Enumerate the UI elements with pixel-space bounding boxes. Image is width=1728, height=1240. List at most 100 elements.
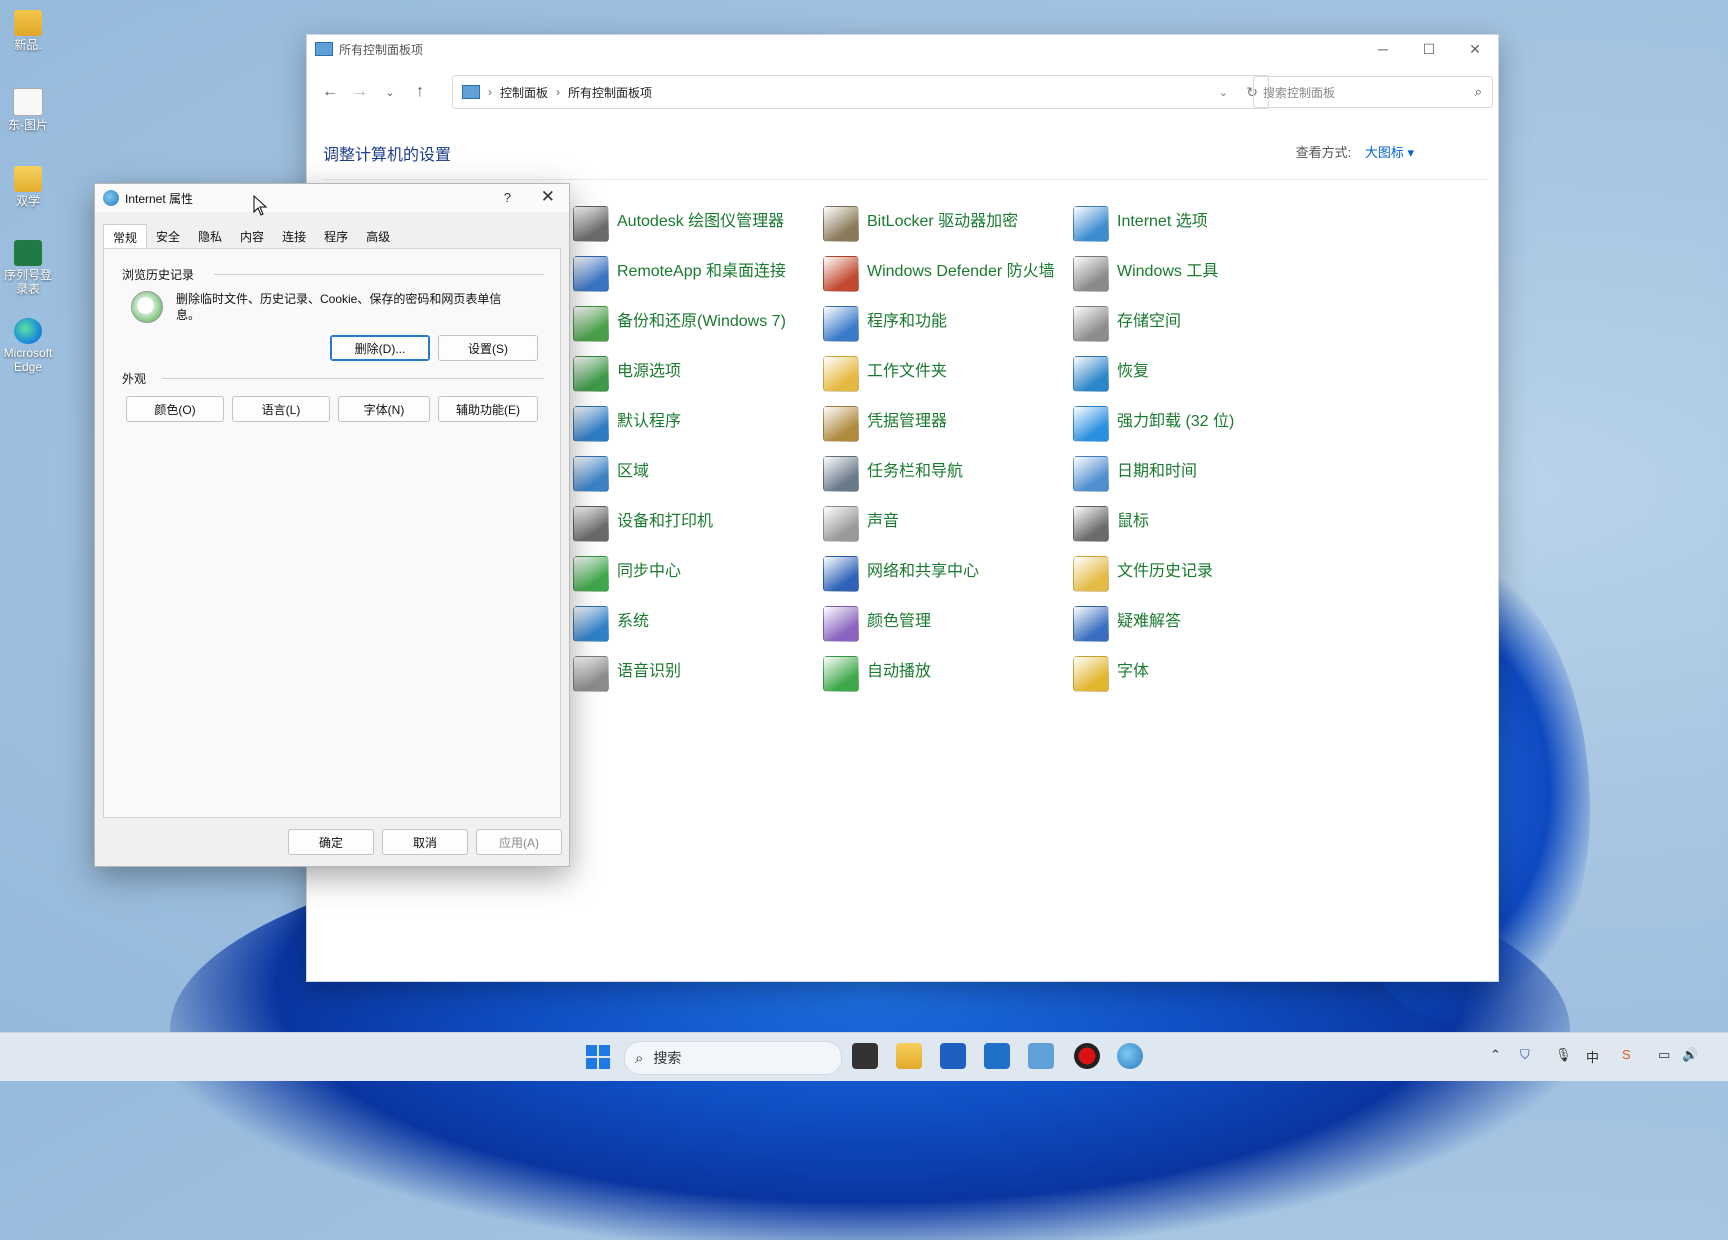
maximize-button[interactable]: ☐ bbox=[1406, 35, 1452, 63]
control-panel-item[interactable]: 文件历史记录 bbox=[1073, 556, 1317, 592]
shield-icon[interactable]: ⛉ bbox=[1520, 1047, 1530, 1063]
control-panel-item[interactable]: 颜色管理 bbox=[823, 606, 1067, 642]
control-panel-item[interactable]: 声音 bbox=[823, 506, 1067, 542]
system-monitor-icon bbox=[573, 606, 609, 642]
tab-security[interactable]: 安全 bbox=[147, 224, 189, 248]
control-panel-item[interactable]: 字体 bbox=[1073, 656, 1317, 692]
volume-icon[interactable]: 🔊 bbox=[1682, 1047, 1698, 1063]
control-panel-icon[interactable] bbox=[1028, 1043, 1054, 1069]
settings-button[interactable]: 设置(S) bbox=[438, 335, 538, 361]
control-panel-item[interactable]: 任务栏和导航 bbox=[823, 456, 1067, 492]
control-panel-item[interactable]: 强力卸载 (32 位) bbox=[1073, 406, 1317, 442]
breadcrumb-all-items[interactable]: 所有控制面板项 bbox=[568, 84, 652, 101]
network-icon[interactable]: ▭ bbox=[1658, 1047, 1670, 1063]
desktop-icon[interactable]: 序列号登录表 bbox=[0, 240, 56, 296]
chevron-up-icon[interactable]: ⌃ bbox=[1490, 1047, 1501, 1063]
control-panel-item[interactable]: 存储空间 bbox=[1073, 306, 1317, 342]
desktop-icon[interactable]: Microsoft Edge bbox=[0, 318, 56, 374]
control-panel-item-label: BitLocker 驱动器加密 bbox=[867, 213, 1019, 230]
chevron-down-icon[interactable]: ⌄ bbox=[1219, 86, 1228, 99]
control-panel-item-label: 文件历史记录 bbox=[1117, 563, 1214, 580]
back-button[interactable]: ← bbox=[315, 77, 345, 107]
control-panel-item[interactable]: 自动播放 bbox=[823, 656, 1067, 692]
control-panel-item[interactable]: 设备和打印机 bbox=[573, 506, 817, 542]
dialog-titlebar[interactable]: Internet 属性 bbox=[95, 184, 569, 212]
store-icon[interactable] bbox=[940, 1043, 966, 1069]
divider bbox=[162, 378, 544, 379]
chevron-right-icon: › bbox=[556, 85, 561, 99]
tab-privacy[interactable]: 隐私 bbox=[189, 224, 231, 248]
default-programs-icon bbox=[573, 406, 609, 442]
control-panel-item-label: 存储空间 bbox=[1117, 313, 1182, 330]
ok-button[interactable]: 确定 bbox=[288, 829, 374, 855]
page-title: 调整计算机的设置 bbox=[323, 147, 452, 164]
control-panel-item[interactable]: 电源选项 bbox=[573, 356, 817, 392]
tab-programs[interactable]: 程序 bbox=[315, 224, 357, 248]
control-panel-item[interactable]: Windows Defender 防火墙 bbox=[823, 256, 1067, 292]
search-icon[interactable]: ⌕ bbox=[1475, 84, 1482, 100]
fonts-button[interactable]: 字体(N) bbox=[338, 396, 430, 422]
tab-advanced[interactable]: 高级 bbox=[357, 224, 399, 248]
view-mode-dropdown[interactable]: 大图标 ▾ bbox=[1365, 145, 1414, 160]
control-panel-item[interactable]: 同步中心 bbox=[573, 556, 817, 592]
desktop-icon[interactable]: 新品. bbox=[0, 10, 56, 52]
window-titlebar[interactable]: 所有控制面板项 bbox=[307, 35, 1498, 63]
control-panel-item[interactable]: 鼠标 bbox=[1073, 506, 1317, 542]
colors-button[interactable]: 颜色(O) bbox=[126, 396, 224, 422]
languages-button[interactable]: 语言(L) bbox=[232, 396, 330, 422]
control-panel-item[interactable]: Autodesk 绘图仪管理器 bbox=[573, 206, 817, 242]
control-panel-item[interactable]: BitLocker 驱动器加密 bbox=[823, 206, 1067, 242]
recent-locations-button[interactable]: ⌄ bbox=[375, 77, 405, 107]
close-button[interactable]: ✕ bbox=[1452, 35, 1498, 63]
start-button[interactable] bbox=[586, 1045, 610, 1069]
search-input[interactable]: 搜索控制面板 ⌕ bbox=[1253, 76, 1493, 108]
control-panel-item[interactable]: Windows 工具 bbox=[1073, 256, 1317, 292]
accessibility-button[interactable]: 辅助功能(E) bbox=[438, 396, 538, 422]
apply-button[interactable]: 应用(A) bbox=[476, 829, 562, 855]
control-panel-item[interactable]: 疑难解答 bbox=[1073, 606, 1317, 642]
bitlocker-key-icon bbox=[823, 206, 859, 242]
record-icon[interactable] bbox=[1074, 1043, 1100, 1069]
desktop-icon[interactable]: 东-图片 bbox=[0, 88, 56, 132]
control-panel-item[interactable]: 备份和还原(Windows 7) bbox=[573, 306, 817, 342]
tab-content[interactable]: 内容 bbox=[231, 224, 273, 248]
internet-options-icon[interactable] bbox=[1117, 1043, 1143, 1069]
minimize-button[interactable]: ─ bbox=[1360, 35, 1406, 63]
tab-connections[interactable]: 连接 bbox=[273, 224, 315, 248]
control-panel-item[interactable]: 网络和共享中心 bbox=[823, 556, 1067, 592]
control-panel-item[interactable]: 工作文件夹 bbox=[823, 356, 1067, 392]
ime-indicator[interactable]: 中 bbox=[1586, 1047, 1599, 1066]
control-panel-item-label: 同步中心 bbox=[617, 563, 682, 580]
desktop-icon[interactable]: 双学 bbox=[0, 166, 56, 208]
credential-manager-icon bbox=[823, 406, 859, 442]
task-view-icon[interactable] bbox=[852, 1043, 878, 1069]
microphone-icon bbox=[573, 656, 609, 692]
control-panel-item[interactable]: 日期和时间 bbox=[1073, 456, 1317, 492]
dialog-close-button[interactable]: ✕ bbox=[541, 187, 555, 207]
file-explorer-icon[interactable] bbox=[896, 1043, 922, 1069]
breadcrumb-control-panel[interactable]: 控制面板 bbox=[500, 84, 548, 101]
fonts-icon bbox=[1073, 656, 1109, 692]
control-panel-item[interactable]: 语音识别 bbox=[573, 656, 817, 692]
control-panel-item[interactable]: 凭据管理器 bbox=[823, 406, 1067, 442]
control-panel-item[interactable]: Internet 选项 bbox=[1073, 206, 1317, 242]
control-panel-item[interactable]: 区域 bbox=[573, 456, 817, 492]
app-tray-icon[interactable]: S bbox=[1622, 1047, 1631, 1062]
delete-button[interactable]: 删除(D)... bbox=[330, 335, 430, 361]
control-panel-item-label: 鼠标 bbox=[1117, 513, 1150, 530]
microphone-icon[interactable]: 🎙 bbox=[1555, 1047, 1572, 1063]
remote-desktop-icon[interactable] bbox=[984, 1043, 1010, 1069]
cancel-button[interactable]: 取消 bbox=[382, 829, 468, 855]
control-panel-item[interactable]: 恢复 bbox=[1073, 356, 1317, 392]
control-panel-item[interactable]: 程序和功能 bbox=[823, 306, 1067, 342]
tab-general[interactable]: 常规 bbox=[103, 224, 148, 249]
control-panel-item[interactable]: 系统 bbox=[573, 606, 817, 642]
address-bar[interactable]: › 控制面板 › 所有控制面板项 ⌄ ↻ bbox=[452, 75, 1269, 109]
up-button[interactable]: ↑ bbox=[405, 77, 435, 107]
taskbar-search[interactable]: ⌕ 搜索 bbox=[624, 1041, 842, 1075]
control-panel-item[interactable]: 默认程序 bbox=[573, 406, 817, 442]
help-button[interactable]: ? bbox=[504, 190, 511, 205]
forward-button[interactable]: → bbox=[345, 77, 375, 107]
tools-gear-icon bbox=[1073, 256, 1109, 292]
control-panel-item[interactable]: RemoteApp 和桌面连接 bbox=[573, 256, 817, 292]
